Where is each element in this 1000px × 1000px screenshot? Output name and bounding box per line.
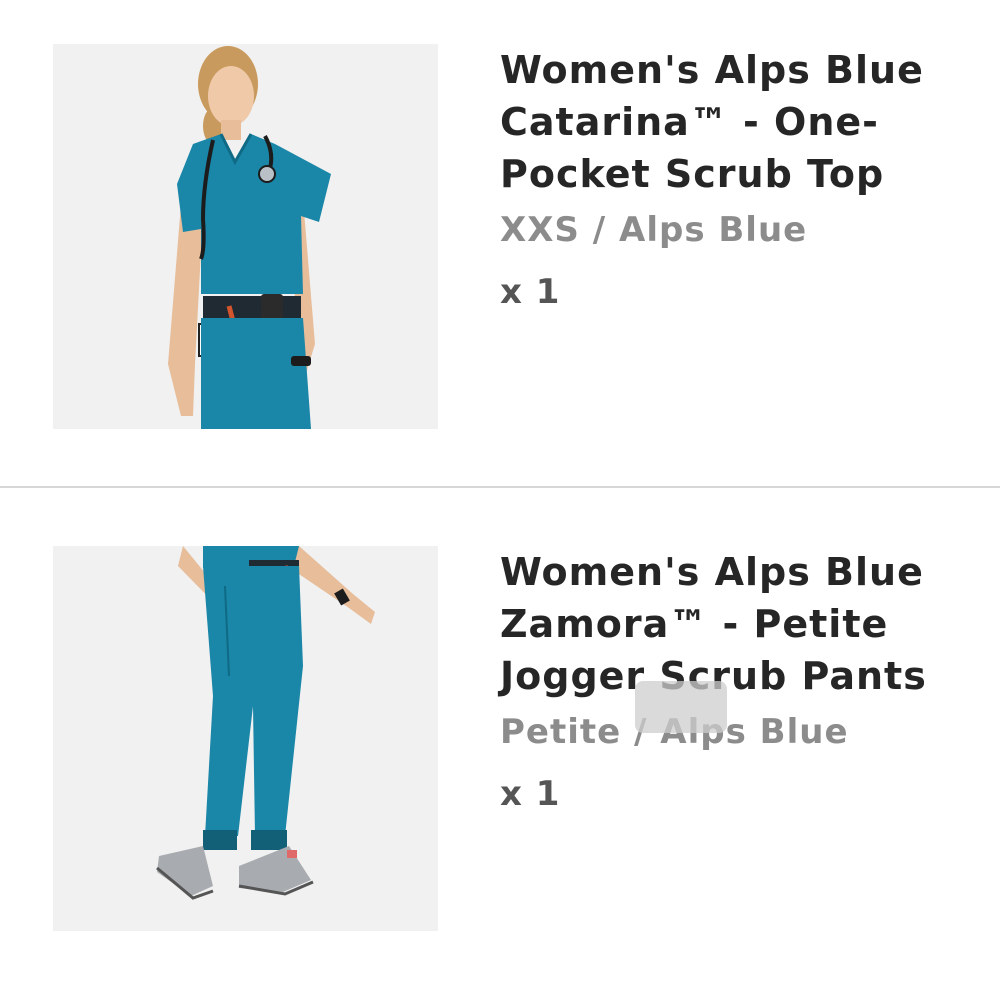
touch-highlight — [635, 681, 727, 733]
title-line: Women's Alps Blue — [500, 550, 924, 594]
quantity-label: x 1 — [500, 774, 561, 814]
product-photo-jogger-pants[interactable] — [53, 546, 438, 931]
title-line: Women's Alps Blue — [500, 48, 924, 92]
variant-label: Petite / Alps Blue — [500, 712, 849, 752]
item-info: Women's Alps Blue Zamora™ - Petite Jogge… — [500, 546, 980, 816]
product-title[interactable]: Women's Alps Blue Zamora™ - Petite Jogge… — [500, 546, 980, 702]
variant-label: XXS / Alps Blue — [500, 210, 808, 250]
divider — [0, 486, 1000, 488]
title-line: Zamora™ - Petite — [500, 602, 889, 646]
product-title[interactable]: Women's Alps Blue Catarina™ - One- Pocke… — [500, 44, 980, 200]
title-line: Pocket Scrub Top — [500, 152, 885, 196]
cart-item[interactable]: Women's Alps Blue Catarina™ - One- Pocke… — [0, 0, 1000, 488]
item-info: Women's Alps Blue Catarina™ - One- Pocke… — [500, 44, 980, 314]
jogger-pants-illustration — [53, 546, 438, 931]
scrub-top-illustration — [53, 44, 438, 429]
cart-item[interactable]: Women's Alps Blue Zamora™ - Petite Jogge… — [0, 489, 1000, 1000]
product-photo-scrub-top[interactable] — [53, 44, 438, 429]
title-line: Catarina™ - One- — [500, 100, 879, 144]
quantity-label: x 1 — [500, 272, 561, 312]
